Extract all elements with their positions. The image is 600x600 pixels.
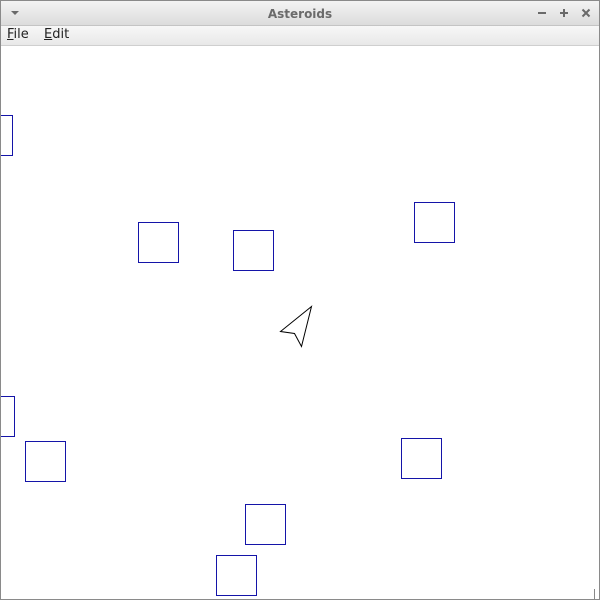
asteroid <box>245 504 286 545</box>
resize-grip[interactable] <box>594 589 599 599</box>
minimize-icon[interactable] <box>534 5 550 21</box>
window-title: Asteroids <box>267 7 333 21</box>
title-bar[interactable]: Asteroids <box>1 1 599 26</box>
spaceship-arrow-icon <box>279 305 313 348</box>
asteroid <box>1 396 15 437</box>
asteroid <box>233 230 274 271</box>
menu-file[interactable]: File <box>7 26 29 45</box>
menu-edit[interactable]: Edit <box>44 26 69 45</box>
asteroid <box>1 115 13 156</box>
asteroid <box>414 202 455 243</box>
game-field <box>1 115 455 596</box>
game-canvas[interactable] <box>1 46 599 599</box>
asteroid <box>25 441 66 482</box>
asteroid <box>216 555 257 596</box>
asteroid <box>401 438 442 479</box>
close-icon[interactable] <box>578 5 594 21</box>
menu-bar: File Edit <box>1 26 599 46</box>
asteroid <box>138 222 179 263</box>
maximize-icon[interactable] <box>556 5 572 21</box>
app-window: Asteroids File Edit <box>0 0 600 600</box>
